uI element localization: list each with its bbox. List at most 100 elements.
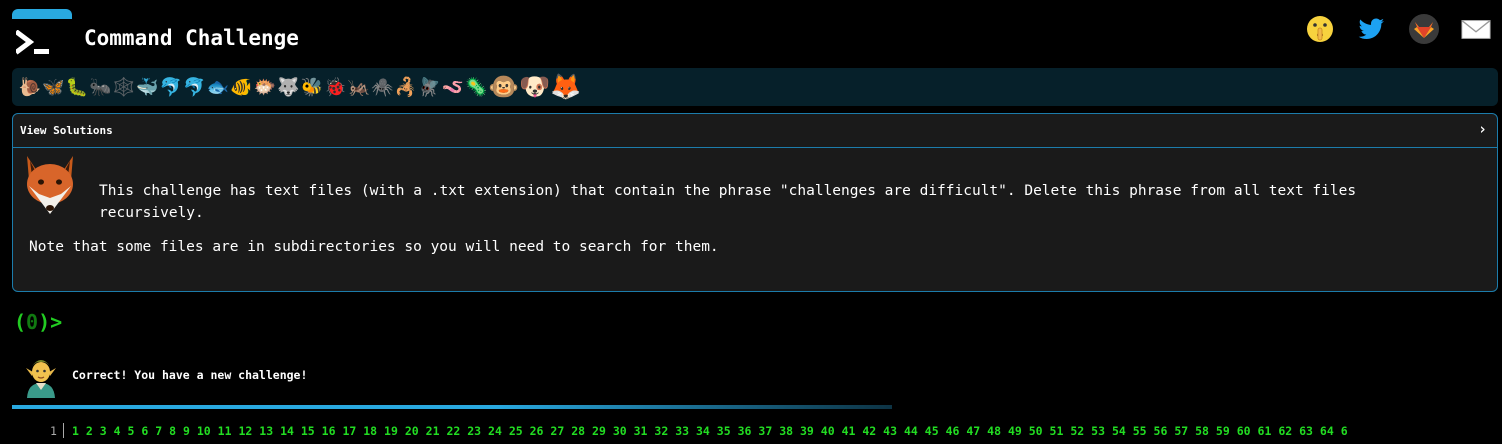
level-link[interactable]: 30 <box>613 424 627 438</box>
level-link[interactable]: 26 <box>530 424 544 438</box>
chevron-right-icon: › <box>1477 120 1487 138</box>
level-link[interactable]: 9 <box>183 424 190 438</box>
challenge-emoji-7[interactable]: 🐬 <box>159 72 183 102</box>
view-solutions-toggle[interactable]: View Solutions › <box>13 114 1497 148</box>
level-link[interactable]: 36 <box>738 424 752 438</box>
challenge-emoji-1[interactable]: 🐌 <box>18 72 42 102</box>
level-link[interactable]: 38 <box>779 424 793 438</box>
level-link[interactable]: 5 <box>128 424 135 438</box>
command-prompt[interactable]: (0)> <box>14 310 62 334</box>
terminal-logo-icon[interactable] <box>16 30 50 56</box>
result-message: Correct! You have a new challenge! <box>72 368 308 382</box>
level-link[interactable]: 51 <box>1050 424 1064 438</box>
level-link[interactable]: 17 <box>342 424 356 438</box>
level-link[interactable]: 55 <box>1133 424 1147 438</box>
gitlab-icon[interactable] <box>1409 14 1439 44</box>
mail-icon[interactable] <box>1461 14 1491 44</box>
level-link[interactable]: 49 <box>1008 424 1022 438</box>
twitter-icon[interactable] <box>1357 14 1387 44</box>
level-link[interactable]: 1 <box>72 424 79 438</box>
level-link[interactable]: 18 <box>363 424 377 438</box>
challenge-emoji-22[interactable]: 🐶 <box>519 72 550 102</box>
challenge-emoji-16[interactable]: 🕷️ <box>371 72 395 102</box>
challenge-emoji-19[interactable]: 🪱 <box>441 72 465 102</box>
challenge-emoji-17[interactable]: 🦂 <box>394 72 418 102</box>
level-link[interactable]: 24 <box>488 424 502 438</box>
level-link[interactable]: 31 <box>634 424 648 438</box>
level-link[interactable]: 46 <box>946 424 960 438</box>
level-link[interactable]: 3 <box>100 424 107 438</box>
level-link[interactable]: 14 <box>280 424 294 438</box>
level-link[interactable]: 28 <box>571 424 585 438</box>
level-link[interactable]: 59 <box>1216 424 1230 438</box>
challenge-emoji-4[interactable]: 🐜 <box>89 72 113 102</box>
challenge-emoji-3[interactable]: 🐛 <box>65 72 89 102</box>
level-link[interactable]: 52 <box>1070 424 1084 438</box>
level-link[interactable]: 50 <box>1029 424 1043 438</box>
challenge-emoji-9[interactable]: 🐟 <box>206 72 230 102</box>
level-link[interactable]: 20 <box>405 424 419 438</box>
level-link[interactable]: 56 <box>1154 424 1168 438</box>
challenge-emoji-5[interactable]: 🕸️ <box>112 72 136 102</box>
level-link[interactable]: 6 <box>1341 424 1348 438</box>
level-link[interactable]: 42 <box>862 424 876 438</box>
level-link[interactable]: 44 <box>904 424 918 438</box>
level-link[interactable]: 2 <box>86 424 93 438</box>
level-link[interactable]: 58 <box>1195 424 1209 438</box>
challenge-emoji-13[interactable]: 🐝 <box>300 72 324 102</box>
level-link[interactable]: 21 <box>426 424 440 438</box>
challenge-emoji-12[interactable]: 🐺 <box>277 72 301 102</box>
challenge-emoji-11[interactable]: 🐡 <box>253 72 277 102</box>
level-link[interactable]: 15 <box>301 424 315 438</box>
level-link[interactable]: 60 <box>1237 424 1251 438</box>
level-link[interactable]: 7 <box>155 424 162 438</box>
level-link[interactable]: 22 <box>446 424 460 438</box>
level-link[interactable]: 61 <box>1258 424 1272 438</box>
challenge-description: This challenge has text files (with a .t… <box>99 183 1357 221</box>
app-title[interactable]: Command Challenge <box>84 26 299 50</box>
challenge-emoji-14[interactable]: 🐞 <box>324 72 348 102</box>
level-link[interactable]: 41 <box>842 424 856 438</box>
level-link[interactable]: 47 <box>966 424 980 438</box>
challenge-emoji-8[interactable]: 🐬 <box>183 72 207 102</box>
level-link[interactable]: 33 <box>675 424 689 438</box>
level-link[interactable]: 6 <box>141 424 148 438</box>
challenge-emoji-10[interactable]: 🐠 <box>230 72 254 102</box>
challenge-emoji-2[interactable]: 🦋 <box>42 72 66 102</box>
level-link[interactable]: 27 <box>550 424 564 438</box>
challenge-emoji-21[interactable]: 🐵 <box>488 72 519 102</box>
level-link[interactable]: 13 <box>259 424 273 438</box>
level-link[interactable]: 37 <box>758 424 772 438</box>
level-link[interactable]: 4 <box>114 424 121 438</box>
level-link[interactable]: 48 <box>987 424 1001 438</box>
level-link[interactable]: 23 <box>467 424 481 438</box>
level-link[interactable]: 63 <box>1299 424 1313 438</box>
challenge-emoji-6[interactable]: 🐳 <box>136 72 160 102</box>
level-link[interactable]: 12 <box>238 424 252 438</box>
level-link[interactable]: 19 <box>384 424 398 438</box>
level-link[interactable]: 62 <box>1278 424 1292 438</box>
level-link[interactable]: 64 <box>1320 424 1334 438</box>
challenge-emoji-23[interactable]: 🦊 <box>550 72 581 102</box>
level-link[interactable]: 11 <box>218 424 232 438</box>
level-link[interactable]: 34 <box>696 424 710 438</box>
challenge-emoji-18[interactable]: 🪰 <box>418 72 442 102</box>
level-link[interactable]: 53 <box>1091 424 1105 438</box>
challenge-emoji-20[interactable]: 🦠 <box>465 72 489 102</box>
level-link[interactable]: 39 <box>800 424 814 438</box>
shush-emoji-icon[interactable] <box>1305 14 1335 44</box>
level-link[interactable]: 35 <box>717 424 731 438</box>
level-link[interactable]: 32 <box>654 424 668 438</box>
level-link[interactable]: 29 <box>592 424 606 438</box>
level-link[interactable]: 54 <box>1112 424 1126 438</box>
level-link[interactable]: 45 <box>925 424 939 438</box>
challenge-emoji-15[interactable]: 🦗 <box>347 72 371 102</box>
level-link[interactable]: 57 <box>1174 424 1188 438</box>
level-link[interactable]: 40 <box>821 424 835 438</box>
level-link[interactable]: 10 <box>197 424 211 438</box>
level-link[interactable]: 8 <box>169 424 176 438</box>
level-navigation: 1 1 2 3 4 5 6 7 8 9 10 11 12 13 14 15 16… <box>0 423 1502 440</box>
level-link[interactable]: 25 <box>509 424 523 438</box>
level-link[interactable]: 16 <box>322 424 336 438</box>
level-link[interactable]: 43 <box>883 424 897 438</box>
